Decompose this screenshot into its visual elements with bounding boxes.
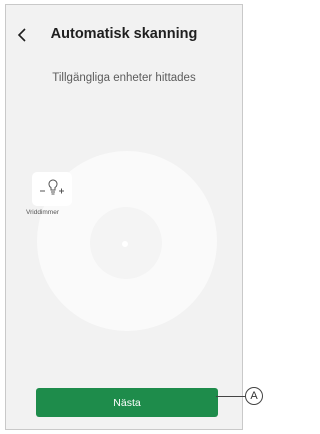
device-card[interactable] bbox=[32, 172, 72, 206]
phone-screen: Automatisk skanning Tillgängliga enheter… bbox=[5, 4, 243, 430]
callout-line bbox=[216, 396, 246, 397]
device-label: Vriddimmer bbox=[26, 209, 59, 216]
scan-status-text: Tillgängliga enheter hittades bbox=[52, 72, 196, 84]
dimmer-bulb-icon bbox=[40, 179, 64, 195]
scan-radar-center bbox=[122, 241, 128, 247]
page-title: Automatisk skanning bbox=[50, 26, 198, 42]
next-button[interactable]: Nästa bbox=[36, 388, 218, 417]
callout-marker: A bbox=[245, 387, 263, 405]
